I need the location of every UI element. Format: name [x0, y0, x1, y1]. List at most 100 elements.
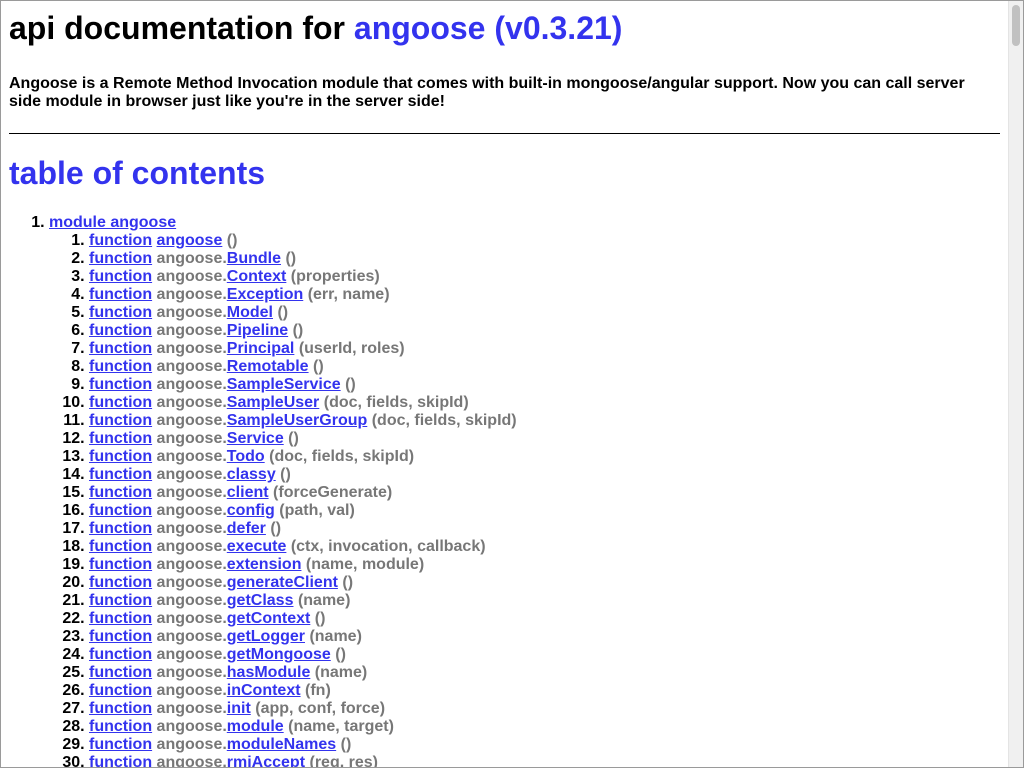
function-namespace: angoose. [156, 556, 227, 573]
function-name-link[interactable]: defer [227, 520, 266, 537]
module-angoose-link[interactable]: module angoose [49, 214, 176, 231]
function-name-link[interactable]: rmiAccept [227, 754, 305, 767]
function-namespace: angoose. [156, 304, 227, 321]
package-version-link[interactable]: angoose (v0.3.21) [354, 10, 623, 46]
function-keyword-link[interactable]: function [89, 700, 152, 717]
function-keyword-link[interactable]: function [89, 376, 152, 393]
function-name-link[interactable]: inContext [227, 682, 301, 699]
function-namespace: angoose. [156, 754, 227, 768]
function-keyword-link[interactable]: function [89, 718, 152, 735]
function-keyword-link[interactable]: function [89, 448, 152, 465]
function-namespace: angoose. [156, 700, 227, 717]
function-keyword-link[interactable]: function [89, 538, 152, 555]
vertical-scrollbar[interactable] [1008, 1, 1023, 767]
function-name-link[interactable]: extension [227, 556, 302, 573]
function-list-item: function angoose.getLogger (name) [89, 628, 1001, 646]
function-name-link[interactable]: init [227, 700, 251, 717]
function-name-link[interactable]: Model [227, 304, 273, 321]
function-arguments: () [270, 520, 282, 537]
function-name-link[interactable]: hasModule [227, 664, 311, 681]
function-keyword-link[interactable]: function [89, 610, 152, 627]
function-list-item: function angoose.getMongoose () [89, 646, 1001, 664]
function-name-link[interactable]: client [227, 484, 269, 501]
function-name-link[interactable]: Principal [227, 340, 295, 357]
function-list-item: function angoose.SampleUserGroup (doc, f… [89, 412, 1001, 430]
function-arguments: () [285, 250, 297, 267]
function-name-link[interactable]: Todo [227, 448, 265, 465]
function-namespace: angoose. [156, 340, 227, 357]
function-name-link[interactable]: Remotable [227, 358, 309, 375]
function-keyword-link[interactable]: function [89, 736, 152, 753]
function-keyword-link[interactable]: function [89, 340, 152, 357]
function-namespace: angoose. [156, 412, 227, 429]
function-arguments: (userId, roles) [298, 340, 405, 357]
function-namespace: angoose. [156, 628, 227, 645]
function-keyword-link[interactable]: function [89, 394, 152, 411]
function-keyword-link[interactable]: function [89, 466, 152, 483]
function-keyword-link[interactable]: function [89, 646, 152, 663]
function-list-item: function angoose.Pipeline () [89, 322, 1001, 340]
function-keyword-link[interactable]: function [89, 592, 152, 609]
function-name-link[interactable]: Context [227, 268, 287, 285]
function-keyword-link[interactable]: function [89, 556, 152, 573]
function-arguments: (err, name) [307, 286, 390, 303]
function-keyword-link[interactable]: function [89, 412, 152, 429]
function-name-link[interactable]: classy [227, 466, 276, 483]
function-arguments: (name, target) [288, 718, 394, 735]
function-list-item: function angoose.SampleService () [89, 376, 1001, 394]
package-description: Angoose is a Remote Method Invocation mo… [9, 75, 965, 110]
function-namespace: angoose. [156, 286, 227, 303]
function-namespace: angoose. [156, 520, 227, 537]
function-name-link[interactable]: getLogger [227, 628, 305, 645]
function-name-link[interactable]: getMongoose [227, 646, 331, 663]
function-keyword-link[interactable]: function [89, 502, 152, 519]
function-keyword-link[interactable]: function [89, 232, 152, 249]
function-keyword-link[interactable]: function [89, 358, 152, 375]
function-name-link[interactable]: getClass [227, 592, 294, 609]
function-keyword-link[interactable]: function [89, 520, 152, 537]
function-list-item: function angoose.Todo (doc, fields, skip… [89, 448, 1001, 466]
function-keyword-link[interactable]: function [89, 304, 152, 321]
function-keyword-link[interactable]: function [89, 664, 152, 681]
function-list-item: function angoose.Principal (userId, role… [89, 340, 1001, 358]
function-name-link[interactable]: module [227, 718, 284, 735]
function-name-link[interactable]: angoose [157, 232, 223, 249]
function-list-item: function angoose.extension (name, module… [89, 556, 1001, 574]
function-keyword-link[interactable]: function [89, 682, 152, 699]
function-arguments: () [277, 304, 289, 321]
function-namespace: angoose. [156, 466, 227, 483]
browser-viewport: api documentation for angoose (v0.3.21) … [0, 0, 1024, 768]
function-name-link[interactable]: SampleService [227, 376, 341, 393]
function-arguments: (name, module) [305, 556, 425, 573]
function-name-link[interactable]: generateClient [227, 574, 338, 591]
function-list-item: function angoose.execute (ctx, invocatio… [89, 538, 1001, 556]
function-namespace: angoose. [156, 484, 227, 501]
function-keyword-link[interactable]: function [89, 484, 152, 501]
function-name-link[interactable]: SampleUserGroup [227, 412, 367, 429]
function-name-link[interactable]: Service [227, 430, 284, 447]
function-name-link[interactable]: Bundle [227, 250, 281, 267]
function-arguments: (name) [297, 592, 351, 609]
function-name-link[interactable]: Pipeline [227, 322, 288, 339]
function-name-link[interactable]: moduleNames [227, 736, 336, 753]
function-keyword-link[interactable]: function [89, 574, 152, 591]
function-name-link[interactable]: SampleUser [227, 394, 320, 411]
function-list-item: function angoose.rmiAccept (req, res) [89, 754, 1001, 768]
function-keyword-link[interactable]: function [89, 268, 152, 285]
function-keyword-link[interactable]: function [89, 286, 152, 303]
function-namespace: angoose. [156, 394, 227, 411]
function-keyword-link[interactable]: function [89, 322, 152, 339]
function-arguments: () [226, 232, 238, 249]
function-list: function angoose ()function angoose.Bund… [49, 232, 1001, 768]
function-list-item: function angoose.classy () [89, 466, 1001, 484]
function-keyword-link[interactable]: function [89, 430, 152, 447]
function-keyword-link[interactable]: function [89, 250, 152, 267]
function-name-link[interactable]: config [227, 502, 275, 519]
function-name-link[interactable]: getContext [227, 610, 311, 627]
function-name-link[interactable]: execute [227, 538, 287, 555]
scrollbar-thumb[interactable] [1012, 5, 1020, 46]
function-name-link[interactable]: Exception [227, 286, 303, 303]
function-list-item: function angoose () [89, 232, 1001, 250]
function-keyword-link[interactable]: function [89, 628, 152, 645]
function-keyword-link[interactable]: function [89, 754, 152, 767]
